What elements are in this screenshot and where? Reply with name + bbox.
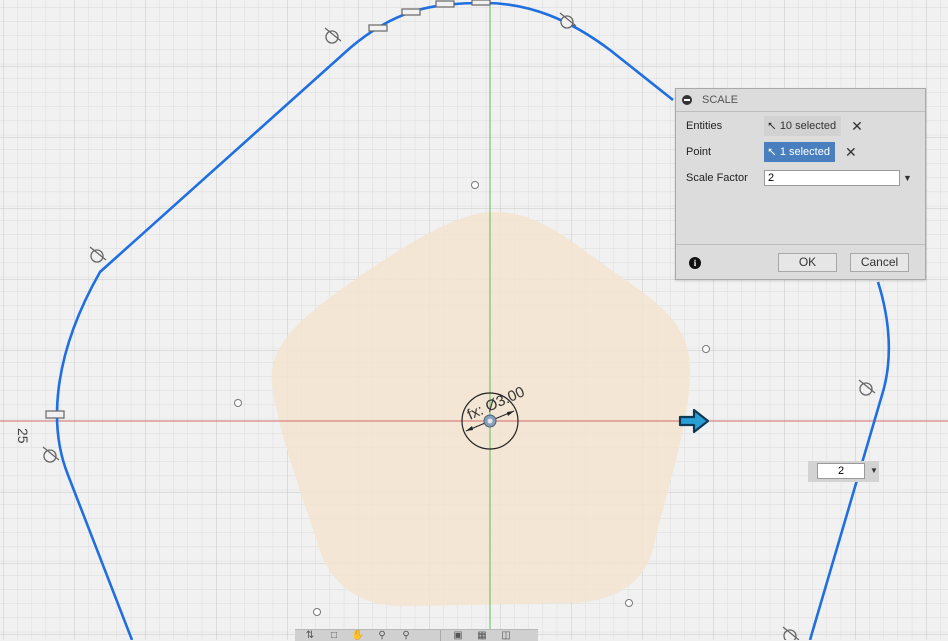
floating-scale-input: ▼ bbox=[808, 461, 879, 482]
horizontal-constraint-icon bbox=[368, 24, 388, 32]
collapse-icon[interactable] bbox=[682, 95, 692, 105]
sketch-point bbox=[234, 399, 242, 407]
viewports-icon[interactable]: ◫ bbox=[499, 630, 513, 641]
pan-icon[interactable]: ✋ bbox=[351, 630, 365, 641]
point-selection-value: 1 selected bbox=[779, 146, 830, 158]
side-dimension-label[interactable]: 25 bbox=[15, 428, 31, 444]
point-selection[interactable]: ⭦ 1 selected bbox=[764, 142, 835, 162]
scale-dialog: SCALE Entities ⭦ 10 selected ✕ Point ⭦ 1… bbox=[675, 88, 926, 280]
sketch-point bbox=[313, 608, 321, 616]
orbit-icon[interactable]: ⇅ bbox=[303, 630, 317, 641]
floating-scale-value[interactable] bbox=[817, 463, 865, 479]
entities-label: Entities bbox=[686, 120, 723, 132]
clear-entities-icon[interactable]: ✕ bbox=[851, 119, 863, 133]
vertical-constraint-icon bbox=[45, 410, 65, 419]
floating-dropdown-icon[interactable]: ▼ bbox=[870, 466, 878, 475]
grid-icon[interactable]: ▦ bbox=[475, 630, 489, 641]
horizontal-constraint-icon bbox=[435, 0, 455, 8]
point-row: Point ⭦ 1 selected ✕ bbox=[686, 141, 857, 163]
display-icon[interactable]: ▣ bbox=[451, 630, 465, 641]
toolbar-separator bbox=[440, 630, 441, 641]
scale-factor-row: Scale Factor ▼ bbox=[686, 167, 912, 189]
look-at-icon[interactable]: □ bbox=[327, 630, 341, 641]
clear-point-icon[interactable]: ✕ bbox=[845, 145, 857, 159]
entities-row: Entities ⭦ 10 selected ✕ bbox=[686, 115, 863, 137]
cancel-button[interactable]: Cancel bbox=[850, 253, 909, 272]
entities-selection[interactable]: ⭦ 10 selected bbox=[764, 116, 842, 136]
horizontal-constraint-icon bbox=[471, 0, 491, 6]
fit-icon[interactable]: ⚲ bbox=[399, 630, 413, 641]
scale-factor-input[interactable] bbox=[764, 170, 900, 186]
point-label: Point bbox=[686, 146, 712, 158]
scale-factor-label: Scale Factor bbox=[686, 172, 748, 184]
sketch-point bbox=[702, 345, 710, 353]
select-cursor-icon: ⭦ bbox=[768, 118, 776, 133]
dialog-header: SCALE bbox=[676, 89, 925, 112]
info-icon[interactable]: i bbox=[689, 257, 701, 269]
dialog-title: SCALE bbox=[702, 94, 739, 106]
select-cursor-icon: ⭦ bbox=[768, 144, 776, 159]
navigation-toolbar: ⇅ □ ✋ ⚲ ⚲ ▣ ▦ ◫ bbox=[295, 629, 538, 641]
zoom-icon[interactable]: ⚲ bbox=[375, 630, 389, 641]
ok-button[interactable]: OK bbox=[778, 253, 837, 272]
horizontal-constraint-icon bbox=[401, 8, 421, 16]
entities-selection-value: 10 selected bbox=[779, 120, 837, 132]
dialog-footer: i OK Cancel bbox=[676, 244, 925, 279]
sketch-point bbox=[625, 599, 633, 607]
scale-factor-dropdown-icon[interactable]: ▼ bbox=[903, 173, 912, 183]
sketch-point bbox=[471, 181, 479, 189]
